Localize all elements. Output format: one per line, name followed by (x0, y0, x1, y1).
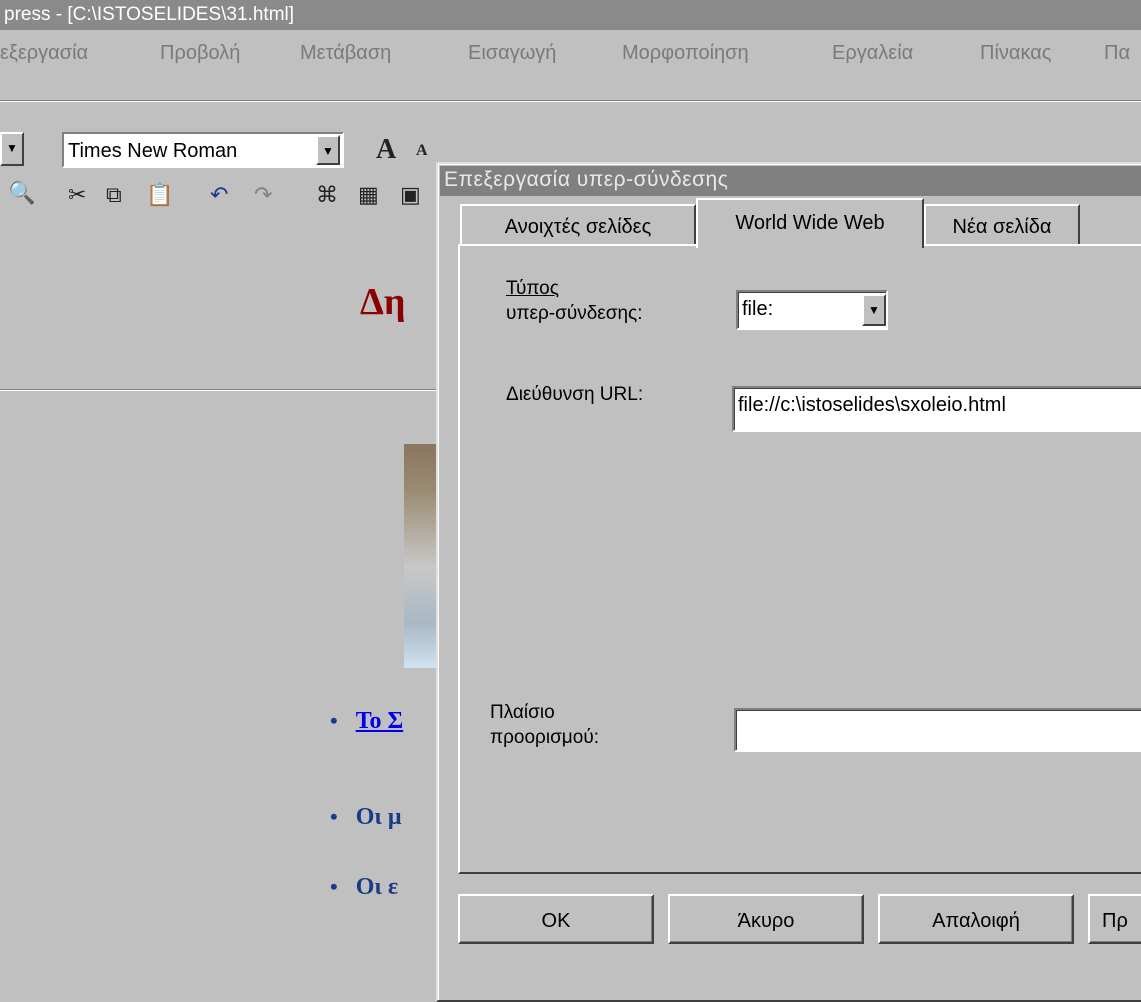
window-title-bar: press - [C:\ISTOSELIDES\31.html] (0, 0, 1141, 30)
hyperlink-type-value: file: (742, 298, 774, 320)
redo-icon[interactable]: ↷ (254, 182, 272, 208)
menu-view[interactable]: Προβολή (160, 42, 240, 65)
increase-font-icon[interactable]: A (376, 134, 396, 166)
document-image[interactable] (404, 444, 440, 668)
target-frame-input[interactable] (734, 708, 1141, 752)
dialog-title-bar[interactable]: Επεξεργασία υπερ-σύνδεσης (440, 166, 1141, 196)
document-heading: Δη (360, 281, 406, 323)
menu-format[interactable]: Μορφοποίηση (622, 42, 749, 65)
extra-button-label: Πρ (1102, 910, 1128, 932)
menu-edit[interactable]: εξεργασία (0, 42, 88, 65)
toolbar-separator (0, 100, 1141, 102)
tab-new-page[interactable]: Νέα σελίδα (924, 204, 1080, 244)
list-item[interactable]: • Το Σ (330, 708, 403, 735)
target-frame-label: Πλαίσιο προορισμού: (490, 702, 599, 748)
tab-world-wide-web[interactable]: World Wide Web (696, 198, 924, 248)
menu-tools[interactable]: Εργαλεία (832, 42, 913, 65)
decrease-font-icon[interactable]: A (416, 142, 428, 160)
clear-button-label: Απαλοιφή (932, 910, 1020, 932)
menu-go[interactable]: Μετάβαση (300, 42, 391, 65)
bullet-icon: • (330, 874, 338, 899)
list-item: • Οι ε (330, 874, 398, 901)
menu-table[interactable]: Πίνακας (980, 42, 1051, 65)
url-value: file://c:\istoselides\sxoleio.html (738, 394, 1006, 416)
print-preview-icon[interactable]: 🔍 (8, 180, 35, 206)
font-dropdown-button[interactable]: ▼ (316, 135, 340, 165)
paste-icon[interactable]: 📋 (146, 182, 173, 208)
tab-panel: Τύπος υπερ-σύνδεσης: file: ▼ Διεύθυνση U… (458, 244, 1141, 874)
list-item-text: Οι μ (355, 804, 402, 830)
list-item: • Οι μ (330, 804, 401, 831)
menu-bar: εξεργασία Προβολή Μετάβαση Εισαγωγή Μορφ… (0, 32, 1141, 68)
cancel-button[interactable]: Άκυρο (668, 894, 864, 944)
ok-button-label: OK (541, 910, 571, 932)
hyperlink-type-label: Τύπος υπερ-σύνδεσης: (506, 278, 643, 324)
menu-insert[interactable]: Εισαγωγή (468, 42, 556, 65)
window-title: press - [C:\ISTOSELIDES\31.html] (4, 4, 295, 25)
insert-image-icon[interactable]: ▣ (400, 182, 421, 208)
ok-button[interactable]: OK (458, 894, 654, 944)
insert-table-icon[interactable]: ▦ (358, 182, 379, 208)
tab-open-pages[interactable]: Ανοιχτές σελίδες (460, 204, 696, 244)
font-name-combo[interactable]: Times New Roman (62, 132, 344, 168)
tab-label: Νέα σελίδα (952, 216, 1052, 238)
url-input[interactable]: file://c:\istoselides\sxoleio.html (732, 386, 1141, 432)
cancel-button-label: Άκυρο (737, 910, 795, 932)
edit-hyperlink-dialog: Επεξεργασία υπερ-σύνδεσης Ανοιχτές σελίδ… (436, 162, 1141, 1002)
cut-icon[interactable]: ✂ (68, 182, 86, 208)
clear-button[interactable]: Απαλοιφή (878, 894, 1074, 944)
menu-window[interactable]: Πα (1104, 42, 1130, 65)
extra-button[interactable]: Πρ (1088, 894, 1141, 944)
hyperlink-type-dropdown-button[interactable]: ▼ (862, 294, 886, 326)
list-item-text: Οι ε (355, 874, 399, 900)
bullet-icon: • (330, 708, 338, 733)
url-label: Διεύθυνση URL: (506, 384, 644, 405)
undo-icon[interactable]: ↶ (210, 182, 228, 208)
dialog-title: Επεξεργασία υπερ-σύνδεσης (444, 168, 729, 191)
tab-label: Ανοιχτές σελίδες (504, 216, 652, 238)
horizontal-rule (0, 389, 440, 391)
copy-icon[interactable]: ⧉ (106, 182, 122, 208)
bullet-icon: • (330, 804, 338, 829)
style-dropdown-button[interactable]: ▼ (0, 132, 24, 166)
font-name-value: Times New Roman (68, 140, 238, 162)
list-item-link[interactable]: Το Σ (356, 708, 404, 734)
insert-component-icon[interactable]: ⌘ (316, 182, 338, 208)
tab-label: World Wide Web (735, 212, 885, 234)
